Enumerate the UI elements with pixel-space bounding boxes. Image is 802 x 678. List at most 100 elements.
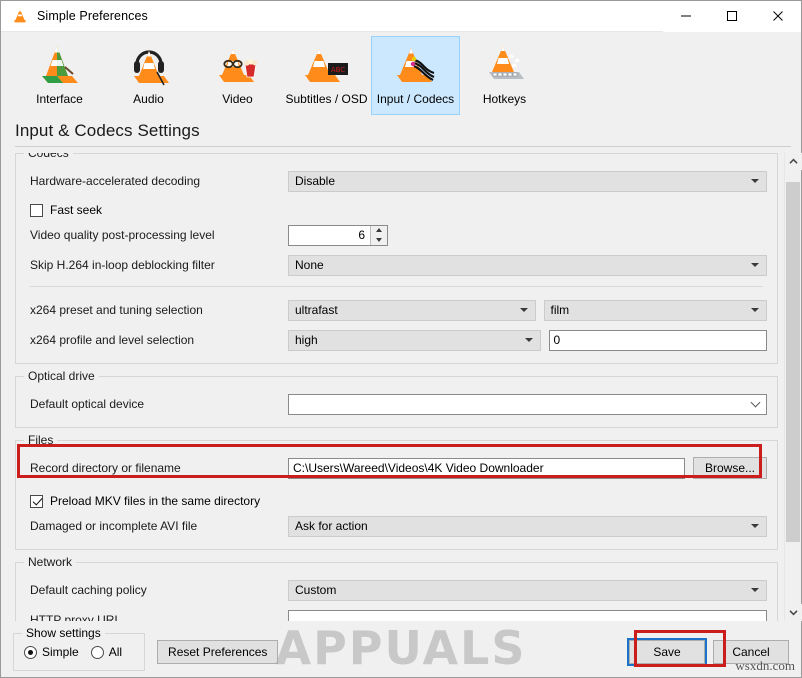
reset-preferences-button[interactable]: Reset Preferences xyxy=(157,640,279,664)
vertical-scrollbar[interactable] xyxy=(784,153,802,621)
group-optical-drive: Optical drive Default optical device xyxy=(15,369,778,428)
combo-skip-h264-deblocking-filter[interactable]: None xyxy=(288,254,767,276)
input-http-proxy-url[interactable] xyxy=(288,609,767,621)
group-legend-optical-drive: Optical drive xyxy=(24,369,99,383)
settings-pane: Codecs Hardware-accelerated decoding Dis… xyxy=(1,153,784,621)
checkbox-preload-mkv[interactable] xyxy=(30,494,43,508)
chevron-down-icon xyxy=(751,179,759,183)
scroll-down-button[interactable] xyxy=(785,604,802,621)
combo-x264-profile[interactable]: high xyxy=(288,329,541,351)
vlc-cone-keyboard-icon xyxy=(479,42,531,90)
combo-value-x264-preset: ultrafast xyxy=(295,303,338,317)
preferences-window: Simple Preferences Interface Audio Video… xyxy=(0,0,802,678)
label-damaged-avi: Damaged or incomplete AVI file xyxy=(30,519,198,533)
page-heading: Input & Codecs Settings xyxy=(1,115,801,147)
label-skip-h264-deblocking-filter: Skip H.264 in-loop deblocking filter xyxy=(30,258,215,272)
label-preload-mkv: Preload MKV files in the same directory xyxy=(50,494,261,508)
radio-label-all: All xyxy=(108,645,123,659)
vlc-cone-interface-icon xyxy=(34,42,86,90)
tab-video[interactable]: Video xyxy=(193,36,282,115)
combo-hardware-accelerated-decoding[interactable]: Disable xyxy=(288,170,767,192)
label-x264-profile-level: x264 profile and level selection xyxy=(30,333,195,347)
spinner-down-button[interactable] xyxy=(371,235,387,245)
settings-pane-wrapper: Codecs Hardware-accelerated decoding Dis… xyxy=(1,153,802,621)
group-legend-network: Network xyxy=(24,555,77,569)
row-damaged-avi: Damaged or incomplete AVI file Ask for a… xyxy=(26,513,767,539)
triangle-up-icon xyxy=(376,228,382,233)
svg-text:ABC: ABC xyxy=(330,66,344,74)
window-title: Simple Preferences xyxy=(37,9,148,23)
combo-default-caching-policy[interactable]: Custom xyxy=(288,579,767,601)
maximize-button[interactable] xyxy=(709,0,755,32)
tab-input-codecs[interactable]: Input / Codecs xyxy=(371,36,460,115)
radio-simple[interactable]: Simple xyxy=(24,645,79,659)
row-x264-preset-tuning: x264 preset and tuning selection ultrafa… xyxy=(26,297,768,323)
group-legend-codecs: Codecs xyxy=(24,153,73,160)
input-x264-level[interactable]: 0 xyxy=(548,329,767,351)
chevron-down-icon xyxy=(524,338,533,342)
tab-audio[interactable]: Audio xyxy=(104,36,193,115)
input-value-record-directory: C:\Users\Wareed\Videos\4K Video Download… xyxy=(293,461,544,475)
tab-subtitles-osd[interactable]: ABC Subtitles / OSD xyxy=(282,36,371,115)
preferences-toolbar: Interface Audio Video ABC Subtitles / OS… xyxy=(1,32,801,115)
wsxdn-watermark: wsxdn.com xyxy=(735,658,795,673)
vlc-cone-icon xyxy=(11,7,29,25)
combo-x264-tuning[interactable]: film xyxy=(543,299,768,321)
radio-dot-simple[interactable] xyxy=(24,645,37,659)
dialog-footer: Show settings Simple All Reset Preferenc… xyxy=(1,621,801,677)
radio-label-simple: Simple xyxy=(42,645,79,659)
label-video-quality-post-processing-level: Video quality post-processing level xyxy=(30,228,215,242)
row-preload-mkv[interactable]: Preload MKV files in the same directory xyxy=(26,489,767,513)
tab-label-interface: Interface xyxy=(36,92,83,106)
combo-value-hardware-accelerated-decoding: Disable xyxy=(295,174,336,188)
triangle-down-icon xyxy=(376,237,382,242)
input-value-x264-level: 0 xyxy=(553,333,561,347)
tab-label-audio: Audio xyxy=(133,92,164,106)
chevron-down-icon xyxy=(751,308,760,312)
window-controls xyxy=(663,0,801,32)
spinner-buttons xyxy=(370,225,387,245)
chevron-down-icon xyxy=(751,263,759,267)
title-bar: Simple Preferences xyxy=(1,0,801,32)
label-record-directory: Record directory or filename xyxy=(30,461,181,475)
row-video-quality-post-processing-level: Video quality post-processing level 6 xyxy=(26,222,767,248)
tab-interface[interactable]: Interface xyxy=(15,36,104,115)
row-skip-h264-deblocking-filter: Skip H.264 in-loop deblocking filter Non… xyxy=(26,252,767,278)
combo-x264-preset[interactable]: ultrafast xyxy=(288,299,536,321)
combo-value-x264-profile: high xyxy=(295,333,318,347)
combo-value-x264-tuning: film xyxy=(550,303,570,317)
tab-hotkeys[interactable]: Hotkeys xyxy=(460,36,549,115)
spinner-video-quality-post-processing-level[interactable]: 6 xyxy=(288,224,388,246)
group-legend-files: Files xyxy=(24,433,58,447)
tab-label-video: Video xyxy=(222,92,253,106)
chevron-down-icon xyxy=(750,397,761,408)
combo-damaged-avi[interactable]: Ask for action xyxy=(288,515,767,537)
close-button[interactable] xyxy=(755,0,801,32)
minimize-button[interactable] xyxy=(663,0,709,32)
spinner-up-button[interactable] xyxy=(371,226,387,236)
scrollbar-thumb[interactable] xyxy=(786,182,800,542)
row-fast-seek[interactable]: Fast seek xyxy=(26,198,767,222)
codecs-inner-divider xyxy=(30,286,763,287)
scrollbar-track[interactable] xyxy=(785,170,801,604)
vlc-cone-cables-icon xyxy=(390,42,442,90)
radio-dot-all[interactable] xyxy=(90,645,104,659)
combo-value-damaged-avi: Ask for action xyxy=(295,519,368,533)
editable-combo-default-optical-device[interactable] xyxy=(288,393,767,415)
group-network: Network Default caching policy Custom HT… xyxy=(15,555,778,621)
show-settings-legend: Show settings xyxy=(22,626,105,640)
chevron-down-icon xyxy=(519,308,528,312)
combo-value-default-caching-policy: Custom xyxy=(295,583,337,597)
scroll-up-button[interactable] xyxy=(785,153,802,170)
spinner-value: 6 xyxy=(358,228,365,242)
checkbox-fast-seek[interactable] xyxy=(30,203,43,217)
group-codecs: Codecs Hardware-accelerated decoding Dis… xyxy=(15,153,778,364)
vlc-cone-glasses-popcorn-icon xyxy=(212,42,264,90)
combo-value-skip-h264-deblocking-filter: None xyxy=(295,258,324,272)
radio-all[interactable]: All xyxy=(90,645,123,659)
input-record-directory[interactable]: C:\Users\Wareed\Videos\4K Video Download… xyxy=(288,457,685,479)
save-button[interactable]: Save xyxy=(627,638,707,666)
browse-button[interactable]: Browse... xyxy=(693,457,767,479)
row-hardware-accelerated-decoding: Hardware-accelerated decoding Disable xyxy=(26,168,767,194)
chevron-down-icon xyxy=(751,588,759,592)
